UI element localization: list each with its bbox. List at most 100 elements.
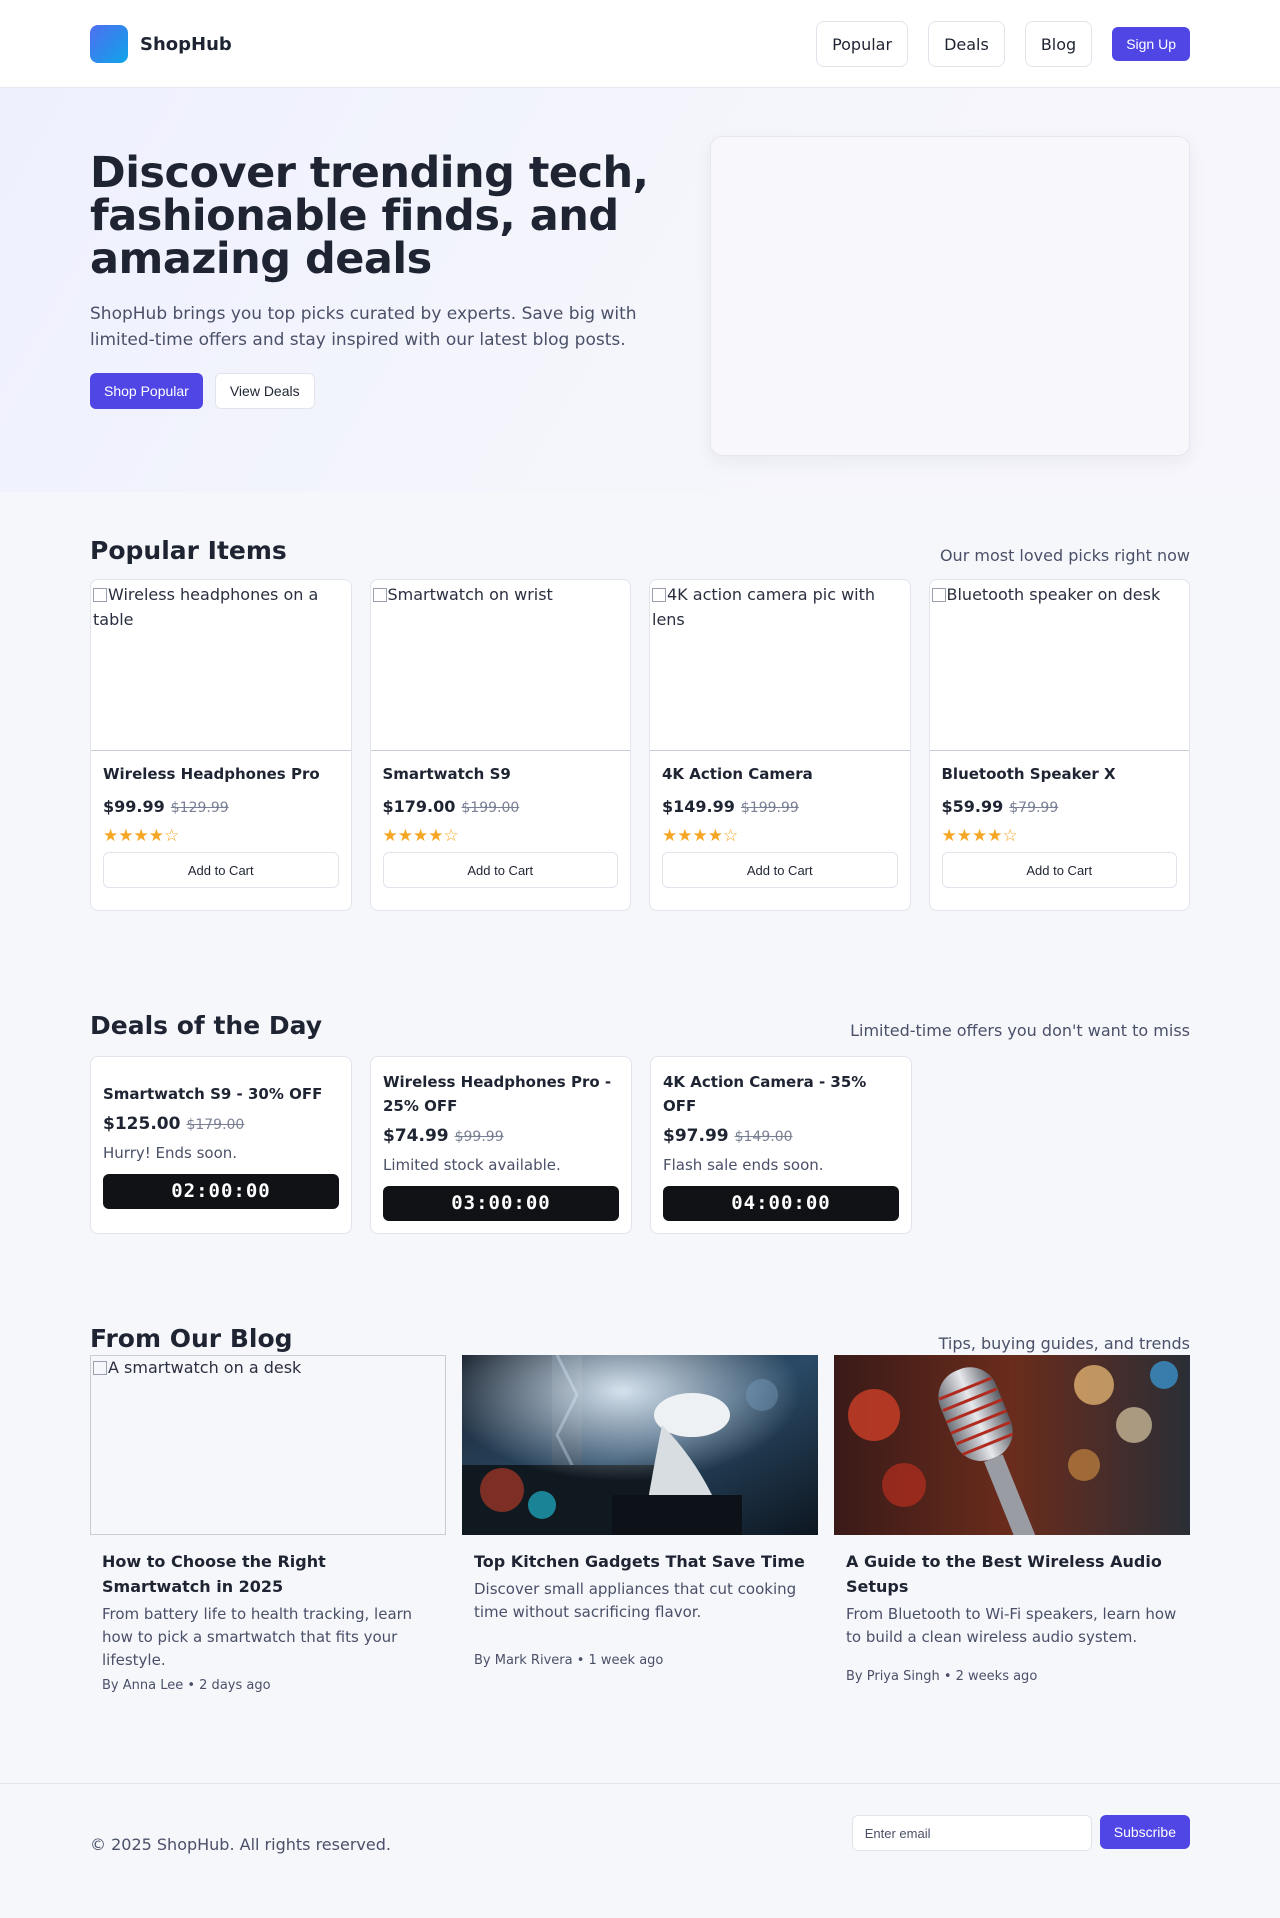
blog-post-meta: By Priya Singh • 2 weeks ago xyxy=(846,1669,1038,1684)
logo-icon xyxy=(90,25,128,63)
popular-section: Popular Items Our most loved picks right… xyxy=(0,492,1280,911)
product-image-alt: 4K action camera pic with lens xyxy=(652,585,876,629)
brand-name: ShopHub xyxy=(140,33,232,55)
deal-note: Limited stock available. xyxy=(383,1155,561,1174)
blog-post-title[interactable]: How to Choose the Right Smartwatch in 20… xyxy=(102,1549,434,1599)
broken-image-icon xyxy=(652,588,666,602)
rating-stars-icon: ★★★★☆ xyxy=(382,826,459,846)
rating-stars-icon: ★★★★☆ xyxy=(662,826,739,846)
deal-price: $125.00 xyxy=(103,1113,181,1134)
deal-price: $97.99 xyxy=(663,1125,729,1146)
popular-aside: Our most loved picks right now xyxy=(939,546,1190,565)
deal-old-price: $149.00 xyxy=(734,1128,793,1145)
blog-title: From Our Blog xyxy=(90,1324,293,1353)
hero-text: Discover trending tech, fashionable find… xyxy=(90,136,650,456)
deals-aside: Limited-time offers you don't want to mi… xyxy=(850,1021,1190,1040)
nav-deals[interactable]: Deals xyxy=(928,21,1005,67)
site-header: ShopHub Popular Deals Blog Sign Up xyxy=(0,0,1280,88)
deal-name[interactable]: Smartwatch S9 - 30% OFF xyxy=(103,1082,339,1106)
product-image-alt: Smartwatch on wrist xyxy=(387,585,553,604)
blog-image-dj-photo[interactable] xyxy=(462,1355,818,1535)
deals-title: Deals of the Day xyxy=(90,1011,323,1040)
product-image[interactable]: 4K action camera pic with lens xyxy=(650,580,910,751)
deal-note: Flash sale ends soon. xyxy=(663,1155,824,1174)
product-old-price: $199.00 xyxy=(461,800,520,816)
deal-grid: Smartwatch S9 - 30% OFF $125.00 $179.00 H… xyxy=(90,1056,1190,1234)
main-nav: Popular Deals Blog Sign Up xyxy=(816,21,1190,67)
blog-post-title[interactable]: Top Kitchen Gadgets That Save Time xyxy=(474,1549,806,1574)
blog-image-microphone-photo[interactable] xyxy=(834,1355,1190,1535)
brand[interactable]: ShopHub xyxy=(90,25,232,63)
product-card[interactable]: Smartwatch on wrist Smartwatch S9 $179.0… xyxy=(369,579,631,911)
product-name[interactable]: 4K Action Camera xyxy=(662,765,898,783)
site-footer: © 2025 ShopHub. All rights reserved. Sub… xyxy=(0,1783,1280,1893)
product-price: $59.99 xyxy=(941,797,1004,816)
add-to-cart-button[interactable]: Add to Cart xyxy=(382,852,618,888)
broken-image-icon xyxy=(372,588,387,602)
deal-name[interactable]: 4K Action Camera - 35% OFF xyxy=(663,1070,899,1118)
product-old-price: $199.99 xyxy=(740,800,799,816)
product-image[interactable]: Wireless headphones on a table xyxy=(91,580,351,751)
product-name[interactable]: Smartwatch S9 xyxy=(383,765,619,783)
product-card[interactable]: Wireless headphones on a table Wireless … xyxy=(90,579,352,911)
product-name[interactable]: Bluetooth Speaker X xyxy=(942,765,1178,783)
product-old-price: $79.99 xyxy=(1009,800,1059,816)
add-to-cart-button[interactable]: Add to Cart xyxy=(103,852,339,888)
product-image-alt: Wireless headphones on a table xyxy=(93,585,319,629)
deal-note: Hurry! Ends soon. xyxy=(103,1143,238,1162)
popular-title: Popular Items xyxy=(90,536,287,565)
hero-image-card xyxy=(710,136,1190,456)
hero-subtitle: ShopHub brings you top picks curated by … xyxy=(90,304,637,350)
nav-blog[interactable]: Blog xyxy=(1024,21,1093,67)
product-grid: Wireless headphones on a table Wireless … xyxy=(90,579,1190,911)
deal-old-price: $179.00 xyxy=(186,1116,245,1133)
blog-grid: A smartwatch on a desk How to Choose the… xyxy=(90,1355,1190,1693)
deal-card[interactable]: Smartwatch S9 - 30% OFF $125.00 $179.00 H… xyxy=(90,1056,352,1234)
add-to-cart-button[interactable]: Add to Cart xyxy=(662,852,898,888)
popular-header: Popular Items Our most loved picks right… xyxy=(90,536,1190,565)
countdown-timer: 03:00:00 xyxy=(383,1185,619,1221)
subscribe-button[interactable]: Subscribe xyxy=(1099,1815,1190,1849)
add-to-cart-button[interactable]: Add to Cart xyxy=(941,852,1177,888)
nav-popular[interactable]: Popular xyxy=(816,21,909,67)
deal-card[interactable]: Wireless Headphones Pro - 25% OFF $74.99… xyxy=(370,1056,632,1234)
signup-button[interactable]: Sign Up xyxy=(1112,27,1190,61)
blog-image-alt: A smartwatch on a desk xyxy=(108,1358,302,1377)
blog-header: From Our Blog Tips, buying guides, and t… xyxy=(90,1324,1190,1353)
product-image-alt: Bluetooth speaker on desk xyxy=(946,585,1161,604)
product-card[interactable]: Bluetooth speaker on desk Bluetooth Spea… xyxy=(928,579,1190,911)
hero-section: Discover trending tech, fashionable find… xyxy=(0,88,1280,492)
deals-section: Deals of the Day Limited-time offers you… xyxy=(0,911,1280,1234)
blog-post-excerpt: From battery life to health tracking, le… xyxy=(102,1605,413,1669)
deal-name[interactable]: Wireless Headphones Pro - 25% OFF xyxy=(383,1070,619,1118)
countdown-timer: 04:00:00 xyxy=(663,1185,899,1221)
deals-header: Deals of the Day Limited-time offers you… xyxy=(90,1011,1190,1040)
broken-image-icon xyxy=(93,588,107,602)
blog-card[interactable]: Top Kitchen Gadgets That Save Time Disco… xyxy=(462,1355,818,1693)
microphone-photo-illustration xyxy=(834,1355,1190,1535)
product-price: $179.00 xyxy=(382,797,456,816)
blog-card[interactable]: A smartwatch on a desk How to Choose the… xyxy=(90,1355,446,1693)
product-card[interactable]: 4K action camera pic with lens 4K Action… xyxy=(649,579,911,911)
deal-old-price: $99.99 xyxy=(454,1128,504,1145)
blog-post-meta: By Anna Lee • 2 days ago xyxy=(102,1678,271,1693)
countdown-timer: 02:00:00 xyxy=(103,1173,339,1209)
blog-image[interactable]: A smartwatch on a desk xyxy=(90,1355,446,1535)
blog-post-title[interactable]: A Guide to the Best Wireless Audio Setup… xyxy=(846,1549,1178,1599)
shop-popular-button[interactable]: Shop Popular xyxy=(90,373,203,409)
product-name[interactable]: Wireless Headphones Pro xyxy=(103,765,339,783)
view-deals-button[interactable]: View Deals xyxy=(214,373,315,409)
blog-card[interactable]: A Guide to the Best Wireless Audio Setup… xyxy=(834,1355,1190,1693)
deal-price: $74.99 xyxy=(383,1125,449,1146)
product-old-price: $129.99 xyxy=(170,800,229,816)
deal-card[interactable]: 4K Action Camera - 35% OFF $97.99 $149.00… xyxy=(650,1056,912,1234)
product-image[interactable]: Bluetooth speaker on desk xyxy=(929,580,1189,751)
product-image[interactable]: Smartwatch on wrist xyxy=(370,580,630,751)
subscribe-form: Subscribe xyxy=(851,1815,1190,1851)
product-price: $149.99 xyxy=(662,797,735,816)
rating-stars-icon: ★★★★☆ xyxy=(941,826,1018,846)
hero-title: Discover trending tech, fashionable find… xyxy=(90,148,649,284)
email-input[interactable] xyxy=(851,1815,1092,1851)
copyright-text: © 2025 ShopHub. All rights reserved. xyxy=(90,1834,391,1854)
hero-actions: Shop Popular View Deals xyxy=(90,373,650,409)
